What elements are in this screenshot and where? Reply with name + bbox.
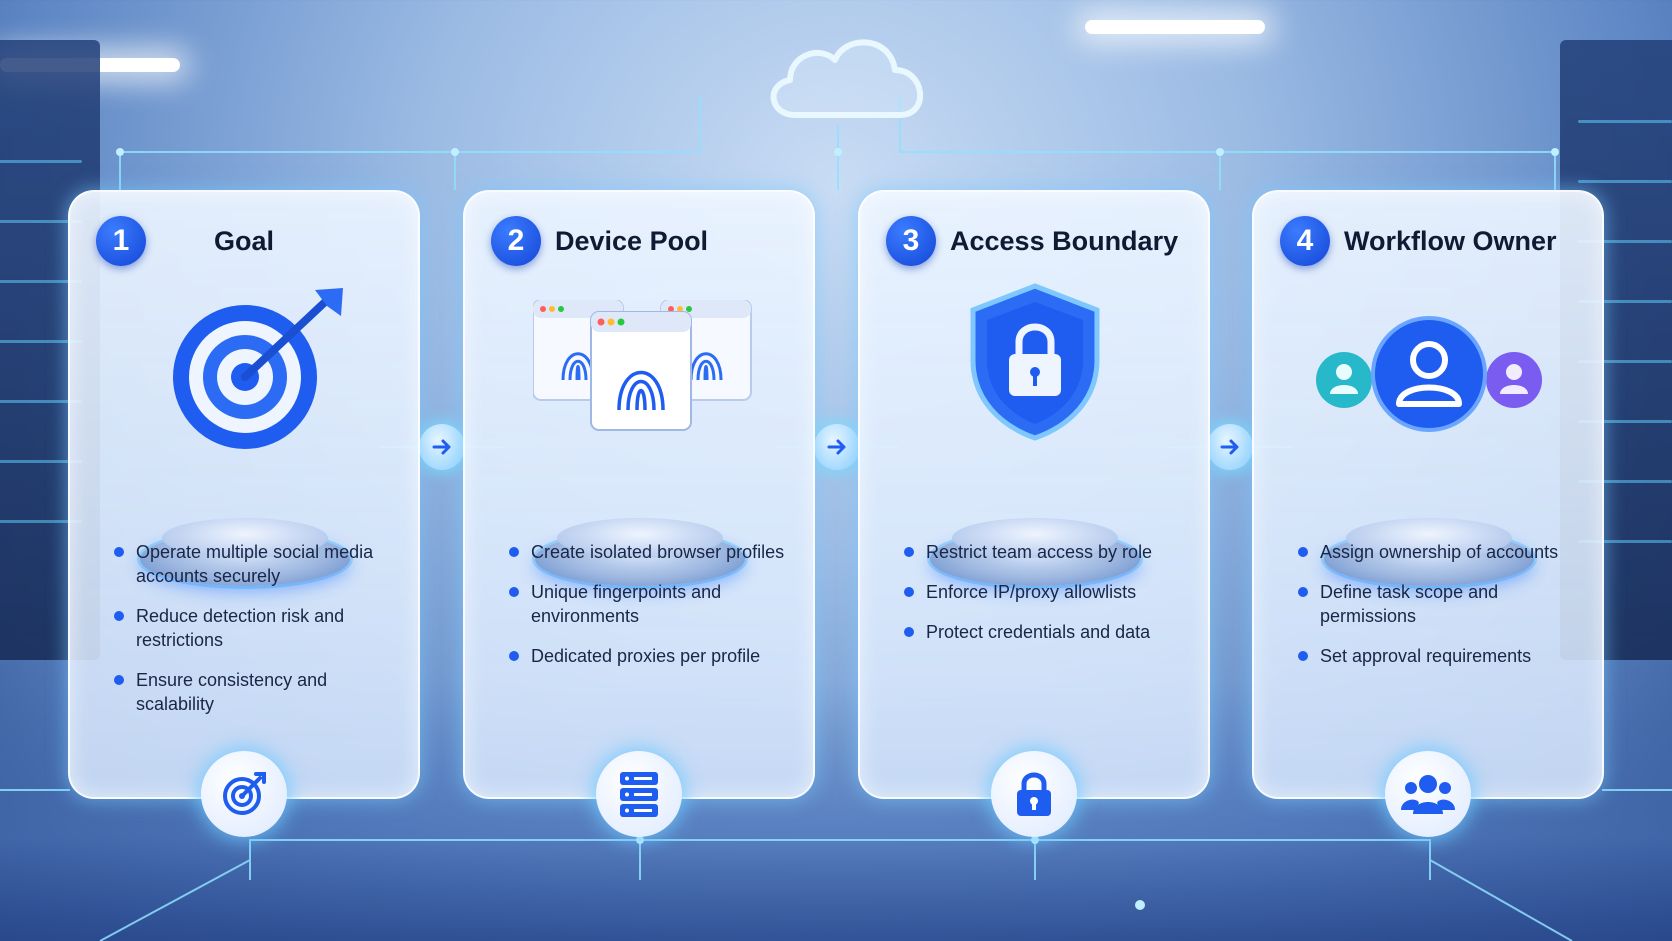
- step-title: Device Pool: [555, 226, 709, 256]
- users-illustration: [1254, 282, 1602, 586]
- shield-illustration: [860, 282, 1208, 586]
- cloud-icon: [770, 39, 924, 118]
- bullet-item: Restrict team access by role: [904, 540, 1192, 564]
- browser-fingerprint-illustration: [465, 282, 813, 586]
- lock-icon: [991, 751, 1077, 837]
- step-number-badge: 4: [1280, 216, 1330, 266]
- bullet-item: Create isolated browser profiles: [509, 540, 797, 564]
- target-illustration: [70, 282, 418, 586]
- target-icon: [201, 751, 287, 837]
- step-title: Access Boundary: [950, 226, 1179, 256]
- step-number-badge: 2: [491, 216, 541, 266]
- step-card-goal: 1 Goal Operate multiple social media acc…: [68, 190, 420, 837]
- bullet-item: Protect credentials and data: [904, 620, 1192, 644]
- step-card-workflow-owner: 4 Workflow Owner Assign ownership of acc…: [1252, 190, 1604, 837]
- bullet-item: Ensure consistency and scalability: [114, 668, 402, 716]
- team-icon: [1385, 751, 1471, 837]
- arrow-right-icon: [1207, 424, 1253, 470]
- bullet-item: Unique fingerpoints and environments: [509, 580, 797, 628]
- bullet-list: Assign ownership of accounts Define task…: [1298, 540, 1586, 684]
- bullet-item: Define task scope and permissions: [1298, 580, 1586, 628]
- user-avatars-icon: [1316, 316, 1542, 432]
- bullet-item: Reduce detection risk and restrictions: [114, 604, 402, 652]
- arrow-right-icon: [419, 424, 465, 470]
- server-icon: [596, 751, 682, 837]
- target-with-arrow-icon: [173, 288, 343, 449]
- bullet-list: Operate multiple social media accounts s…: [114, 540, 402, 732]
- step-number-badge: 3: [886, 216, 936, 266]
- step-card-access-boundary: 3 Access Boundary Restrict team access b…: [858, 190, 1210, 837]
- bullet-list: Restrict team access by role Enforce IP/…: [904, 540, 1192, 660]
- step-title: Workflow Owner: [1344, 226, 1557, 256]
- browser-windows-with-fingerprints-icon: [533, 300, 752, 431]
- bullet-item: Set approval requirements: [1298, 644, 1586, 668]
- bullet-item: Operate multiple social media accounts s…: [114, 540, 402, 588]
- step-title: Goal: [213, 226, 274, 256]
- arrow-right-icon: [814, 424, 860, 470]
- bullet-item: Assign ownership of accounts: [1298, 540, 1586, 564]
- step-card-device-pool: 2 Device Pool Create isolated browser pr…: [463, 190, 815, 837]
- shield-with-lock-icon: [970, 283, 1100, 441]
- bullet-list: Create isolated browser profiles Unique …: [509, 540, 797, 684]
- bullet-item: Dedicated proxies per profile: [509, 644, 797, 668]
- bullet-item: Enforce IP/proxy allowlists: [904, 580, 1192, 604]
